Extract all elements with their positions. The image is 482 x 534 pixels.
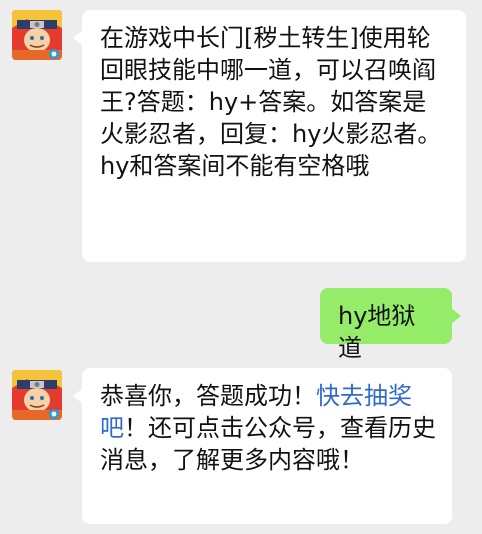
message-text-before-link: 恭喜你，答题成功！ <box>100 382 316 410</box>
message-bubble-result[interactable]: 恭喜你，答题成功！快去抽奖吧！还可点击公众号，查看历史消息，了解更多内容哦！ <box>73 368 452 524</box>
message-bubble-answer[interactable]: hy地狱道 <box>320 288 461 362</box>
naruto-avatar-icon <box>12 10 62 60</box>
naruto-avatar-icon <box>12 370 62 420</box>
message-text: hy地狱道 <box>338 302 416 362</box>
message-text: 在游戏中长门[秽土转生]使用轮回眼技能中哪一道，可以召唤阎王?答题：hy+答案。… <box>100 24 442 180</box>
avatar[interactable] <box>12 370 62 420</box>
avatar[interactable] <box>12 10 62 60</box>
message-text-after-link: ！还可点击公众号，查看历史消息，了解更多内容哦！ <box>100 414 436 474</box>
message-bubble-question[interactable]: 在游戏中长门[秽土转生]使用轮回眼技能中哪一道，可以召唤阎王?答题：hy+答案。… <box>73 10 466 262</box>
